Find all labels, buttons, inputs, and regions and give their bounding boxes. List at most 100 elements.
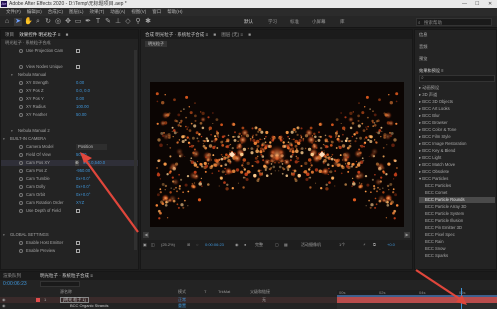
pen-tool-icon[interactable]: ✒ <box>84 18 92 26</box>
stopwatch-icon[interactable] <box>19 193 23 197</box>
camera-tool-icon[interactable]: ◎ <box>54 18 62 26</box>
always-preview-icon[interactable]: ▣ <box>143 240 147 250</box>
menu-composition[interactable]: 合成(C) <box>48 8 63 16</box>
search-help-input[interactable]: ⌕ 搜索帮助 <box>416 18 492 26</box>
effect-row[interactable]: XY Pos Z 0.0, 0.0 <box>1 88 138 94</box>
effects-preset-item[interactable]: ▸ BCC Color & Tone <box>419 127 456 133</box>
effects-preset-item[interactable]: BCC Rain <box>419 239 444 245</box>
workspace-learn[interactable]: 学习 <box>268 19 277 25</box>
effect-row[interactable]: XY Strength 0.00 <box>1 80 138 86</box>
stopwatch-icon[interactable] <box>19 161 23 165</box>
menu-view[interactable]: 视图(V) <box>131 8 146 16</box>
fast-preview-icon[interactable]: ⚡ <box>363 240 366 250</box>
effect-checkbox[interactable] <box>76 209 80 213</box>
effect-property-value[interactable]: XYZ <box>76 200 84 206</box>
stopwatch-icon[interactable] <box>19 153 23 157</box>
active-camera-select[interactable]: 活动摄像机 <box>301 240 321 250</box>
effect-dropdown[interactable]: Position <box>76 144 107 150</box>
effect-row[interactable]: Cam Rotation Order XYZ <box>1 200 138 206</box>
col-mode[interactable]: 模式 <box>178 289 186 295</box>
color-channel-icon[interactable]: ● <box>244 240 246 250</box>
tab-timeline-comp[interactable]: 明光粒子 · 系统粒子合成 ≡ <box>40 272 93 280</box>
effects-preset-item[interactable]: BCC Pixel Spec <box>419 232 455 238</box>
effects-preset-item[interactable]: ▸ 动画预设 <box>419 85 439 91</box>
panel-lock-icon[interactable]: ■ <box>66 32 69 37</box>
tab-composition[interactable]: 合成 明光粒子 · 系统粒子合成 ≡ <box>145 32 208 37</box>
tab-layer[interactable]: 图层 (无) ≡ <box>221 32 243 37</box>
stopwatch-icon[interactable] <box>19 177 23 181</box>
playhead[interactable] <box>461 288 462 309</box>
effects-preset-item[interactable]: ▸ BCC Film Style <box>419 134 451 140</box>
twirl-arrow-icon[interactable]: ▾ <box>11 128 13 134</box>
effect-scrollbar[interactable] <box>134 50 137 250</box>
effects-preset-item[interactable]: ▸ BCC Key & Blend <box>419 148 455 154</box>
rotate-tool-icon[interactable]: ↻ <box>44 18 52 26</box>
stopwatch-icon[interactable] <box>19 65 23 69</box>
zoom-level[interactable]: (25.2%) <box>161 240 175 250</box>
effects-preset-item[interactable]: BCC Particle Rounds <box>419 197 495 203</box>
workspace-library[interactable]: 库 <box>340 19 345 25</box>
col-parent[interactable]: 父级和链接 <box>250 289 270 295</box>
workspace-default[interactable]: 默认 <box>244 19 253 25</box>
effect-checkbox[interactable] <box>76 65 80 69</box>
effect-row[interactable]: ▾ BUILT-IN CAMERA <box>1 136 138 142</box>
stopwatch-icon[interactable] <box>19 169 23 173</box>
effects-preset-item[interactable]: ▸ BCC Image Restoration <box>419 141 467 147</box>
effect-row[interactable]: Cam Dolly 0x+0.0° <box>1 184 138 190</box>
maximize-button[interactable]: ☐ <box>475 0 479 8</box>
effects-preset-item[interactable]: ▾ BCC Particles <box>419 176 448 182</box>
effects-preset-item[interactable]: BCC Pin Emitter 3D <box>419 225 462 231</box>
tab-render-queue[interactable]: 渲染队列 <box>3 272 21 280</box>
effect-property-value[interactable]: -950.00 <box>76 168 90 174</box>
effect-property-value[interactable]: 0.00 <box>76 80 84 86</box>
menu-animation[interactable]: 动画(A) <box>110 8 125 16</box>
effect-property-value[interactable]: 0x+0.0° <box>76 184 90 190</box>
effect-row[interactable]: XY Radius 100.00 <box>1 104 138 110</box>
effects-preset-item[interactable]: BCC Snow <box>419 246 445 252</box>
effects-preset-item[interactable]: BCC Particle System <box>419 211 464 217</box>
audio-section[interactable]: 音频 <box>419 44 427 50</box>
stopwatch-icon[interactable] <box>19 249 23 253</box>
effect-property-value[interactable]: 0x+0.0° <box>76 176 90 182</box>
preview-section[interactable]: 预览 <box>419 56 427 62</box>
selection-tool-icon[interactable]: ➤ <box>14 18 22 26</box>
timeline-timecode[interactable]: 0:00:06:23 <box>3 281 27 287</box>
magnify-icon[interactable]: ◫ <box>151 240 155 250</box>
effect-row[interactable]: View Nodes Unique <box>1 64 138 70</box>
brush-tool-icon[interactable]: ✎ <box>104 18 112 26</box>
rectangle-tool-icon[interactable]: ▭ <box>74 18 82 26</box>
effects-preset-item[interactable]: BCC Comet <box>419 190 447 196</box>
effect-property-value[interactable]: 0.00 <box>76 96 84 102</box>
layer-lock-icon[interactable]: ■ <box>248 32 251 37</box>
effect-checkbox[interactable] <box>76 249 80 253</box>
workspace-standard[interactable]: 标准 <box>290 19 299 25</box>
stopwatch-icon[interactable] <box>19 241 23 245</box>
snapshot-icon[interactable]: ◉ <box>235 240 239 250</box>
hand-tool-icon[interactable]: ✋ <box>24 18 33 26</box>
twirl-arrow-icon[interactable]: ▾ <box>3 232 5 238</box>
stopwatch-icon[interactable] <box>19 201 23 205</box>
stopwatch-icon[interactable] <box>19 81 23 85</box>
effects-preset-item[interactable]: ▸ 3D 声道 <box>419 92 437 98</box>
menu-window[interactable]: 窗口 <box>152 8 161 16</box>
mask-icon[interactable]: ◌ <box>196 240 198 250</box>
anchor-tool-icon[interactable]: ✥ <box>64 18 72 26</box>
scroll-left-icon[interactable]: ◀ <box>143 232 149 238</box>
effect-row[interactable]: Enable Host Emitter <box>1 240 138 246</box>
effect-property-value[interactable]: 960.0,540.0 <box>83 160 105 166</box>
workspace-small-screen[interactable]: 小屏幕 <box>312 19 326 25</box>
stopwatch-icon[interactable] <box>19 113 23 117</box>
effects-presets-title[interactable]: 效果和预设 ≡ <box>419 68 444 74</box>
effect-row[interactable]: ▾ Nebula Manual <box>1 72 138 78</box>
zoom-tool-icon[interactable]: ⌕ <box>34 18 42 26</box>
roto-tool-icon[interactable]: ⚲ <box>134 18 142 26</box>
effect-row[interactable]: Cam Tumble 0x+0.0° <box>1 176 138 182</box>
timeline-search-input[interactable] <box>40 281 80 287</box>
effect-checkbox[interactable] <box>76 49 80 53</box>
stopwatch-icon[interactable] <box>19 185 23 189</box>
effect-row[interactable]: ▾ GLOBAL SETTINGS <box>1 232 138 238</box>
effect-row[interactable]: Cam Pos Z -950.00 <box>1 168 138 174</box>
effect-row[interactable]: Use Depth of Field <box>1 208 138 214</box>
col-source-name[interactable]: 源名称 <box>60 289 72 295</box>
close-button[interactable]: ✕ <box>488 0 492 8</box>
